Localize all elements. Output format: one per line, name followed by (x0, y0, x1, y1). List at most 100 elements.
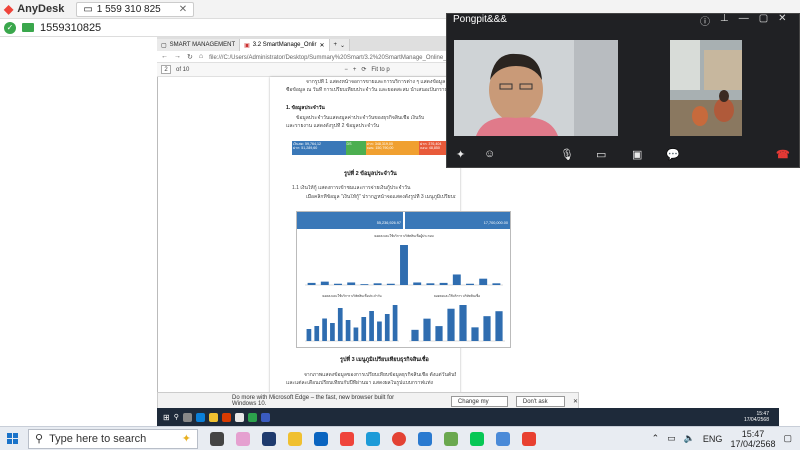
close-tab-icon[interactable]: ✕ (179, 4, 187, 15)
share-screen-icon[interactable]: ▣ (632, 148, 642, 161)
zoom-in-icon[interactable]: + (353, 67, 357, 73)
chart-bar (439, 282, 448, 285)
zoom-out-icon[interactable]: − (344, 67, 348, 73)
chart-bar (483, 316, 491, 341)
chart-bar (360, 284, 369, 285)
start-button[interactable] (0, 427, 24, 451)
rotate-icon[interactable]: ⟳ (361, 66, 366, 73)
home-icon[interactable]: ⌂ (199, 53, 203, 60)
remote-edge-icon[interactable] (195, 412, 205, 422)
chart-bar (334, 283, 342, 285)
chart-bar (447, 308, 455, 341)
line-icon[interactable] (470, 431, 484, 446)
system-tray: ⌃ ▭ 🔈 ENG 15:47 17/04/2568 ▢ (652, 429, 800, 449)
search-highlight-icon: ✦ (181, 433, 191, 445)
daily-stat-strip: เงินสด: 59,764,12 ฝาก: 51,289,60 DS ฝาก: … (292, 141, 453, 155)
outlook-icon[interactable] (314, 431, 328, 446)
figure-caption: รูปที่ 2 ข้อมูลประจำวัน (344, 171, 397, 177)
host-taskbar: ⚲ Type here to search ✦ ⌃ ▭ 🔈 ENG 15:47 … (0, 426, 800, 450)
notice-message: Do more with Microsoft Edge – the fast, … (232, 395, 395, 407)
fit-page-button[interactable]: Fit to p (371, 67, 389, 73)
anydesk-app-name: AnyDesk (17, 3, 65, 15)
remote-taskview-icon[interactable] (182, 412, 192, 422)
forward-icon[interactable]: → (174, 53, 181, 60)
paragraph-line: ซื้อข้อมูล ณ วันที่ การเปรียบเทียบประจำว… (286, 87, 449, 93)
chart-bar (307, 282, 316, 285)
app-icon[interactable] (444, 431, 458, 446)
close-tab-icon[interactable]: ✕ (320, 42, 325, 49)
file-explorer-icon[interactable] (288, 431, 302, 446)
remote-taskbar: ⊞ ⚲ 15:47 17/04/2568 (157, 408, 779, 426)
chart-bar (426, 283, 435, 285)
clock[interactable]: 15:47 17/04/2568 (730, 429, 775, 449)
edge-icon[interactable] (366, 431, 380, 446)
effects-icon[interactable]: ✦ (456, 148, 465, 161)
remote-search-icon[interactable]: ⚲ (174, 413, 179, 421)
figure-caption: รูปที่ 3 เมนูภูมิเปรียบเทียบธุรกิจสินเชื… (340, 357, 429, 363)
remote-app-icon[interactable] (260, 412, 270, 422)
chart-bar (330, 323, 335, 341)
call-title: Pongpit&&& (453, 14, 507, 25)
emoji-icon[interactable]: ☺ (484, 148, 495, 160)
chart-bar (392, 305, 398, 341)
camera-icon[interactable]: ▭ (596, 148, 606, 161)
chart-bar (411, 329, 419, 341)
search-placeholder: Type here to search (49, 432, 147, 445)
refresh-icon[interactable]: ↻ (187, 53, 193, 61)
chart-bar (423, 318, 431, 341)
chrome-icon[interactable] (392, 431, 406, 446)
maximize-icon[interactable]: ▢ (759, 13, 768, 28)
close-icon[interactable]: ✕ (573, 398, 578, 405)
volume-icon[interactable]: 🔈 (684, 433, 695, 444)
minimize-icon[interactable]: — (739, 13, 749, 28)
change-default-button[interactable]: Change my default (450, 395, 508, 415)
remote-address[interactable]: 1559310825 (40, 22, 101, 34)
address-bar[interactable]: file:///C:/Users/Administrator/Desktop/S… (209, 52, 452, 62)
chart-bar (345, 320, 351, 341)
anydesk-session-tab[interactable]: ▭ 1 559 310 825 ✕ (76, 1, 195, 17)
network-icon[interactable]: ▭ (667, 433, 676, 444)
remote-screen-icon[interactable] (22, 23, 34, 32)
task-view-icon[interactable] (210, 431, 224, 446)
sub-heading: 1.1 เงินให้กู้ แสดงการเข้าชมและการจ่ายเง… (292, 185, 411, 191)
chart-bar (347, 282, 356, 285)
remote-chrome-icon[interactable] (234, 412, 244, 422)
chart-bar (306, 329, 312, 341)
anydesk-icon[interactable] (340, 431, 354, 446)
dont-ask-button[interactable]: Don't ask again (515, 395, 565, 415)
participant-video-main (454, 40, 618, 136)
main-bar-chart-svg (305, 245, 503, 286)
language-indicator[interactable]: ENG (703, 434, 723, 444)
remote-start-icon[interactable]: ⊞ (163, 413, 170, 422)
paragraph-line: จากภาพแสดงข้อมูลของการเปรียบเทียบข้อมูลธ… (304, 372, 456, 378)
remote-explorer-icon[interactable] (208, 412, 218, 422)
remote-app-icon[interactable] (221, 412, 231, 422)
close-icon[interactable]: ✕ (778, 13, 786, 28)
pin-icon[interactable]: ⊥ (720, 13, 729, 28)
paragraph-line: จากรูปที่ 1 แสดงหน้าจอการขายและการบริการ… (306, 79, 446, 85)
tab-smartmanage-pdf[interactable]: ▣ 3.2 SmartManage_Onlir ✕ (240, 39, 330, 51)
page-number-input[interactable]: 2 (161, 65, 171, 74)
taskbar-search-input[interactable]: ⚲ Type here to search ✦ (28, 428, 198, 449)
app-icon[interactable] (522, 431, 536, 446)
copilot-icon[interactable] (236, 431, 250, 446)
remote-clock: 15:47 17/04/2568 (743, 411, 769, 423)
microphone-icon[interactable]: 🎙 (560, 148, 574, 161)
photoshop-icon[interactable] (262, 431, 276, 446)
pdf-toolbar: 2 of 10 − + ⟳ Fit to p (157, 63, 452, 77)
app-icon[interactable] (496, 431, 510, 446)
chart-bar (314, 326, 320, 341)
notifications-icon[interactable]: ▢ (783, 433, 792, 444)
remote-app-icon[interactable] (247, 412, 257, 422)
chart-bar (413, 282, 422, 285)
page-total: of 10 (176, 66, 190, 73)
info-icon[interactable]: ⓘ (700, 13, 710, 28)
ms-store-icon[interactable] (418, 431, 432, 446)
new-tab-button[interactable]: + ⌄ (329, 39, 351, 51)
back-icon[interactable]: ← (161, 53, 168, 60)
chevron-up-icon[interactable]: ⌃ (652, 433, 660, 444)
tab-smart-management[interactable]: ▢ SMART MANAGEMENT (157, 39, 241, 51)
chat-icon[interactable]: 💬 (666, 148, 680, 161)
end-call-icon[interactable]: ☎ (776, 148, 790, 161)
chart-bar (337, 308, 343, 341)
